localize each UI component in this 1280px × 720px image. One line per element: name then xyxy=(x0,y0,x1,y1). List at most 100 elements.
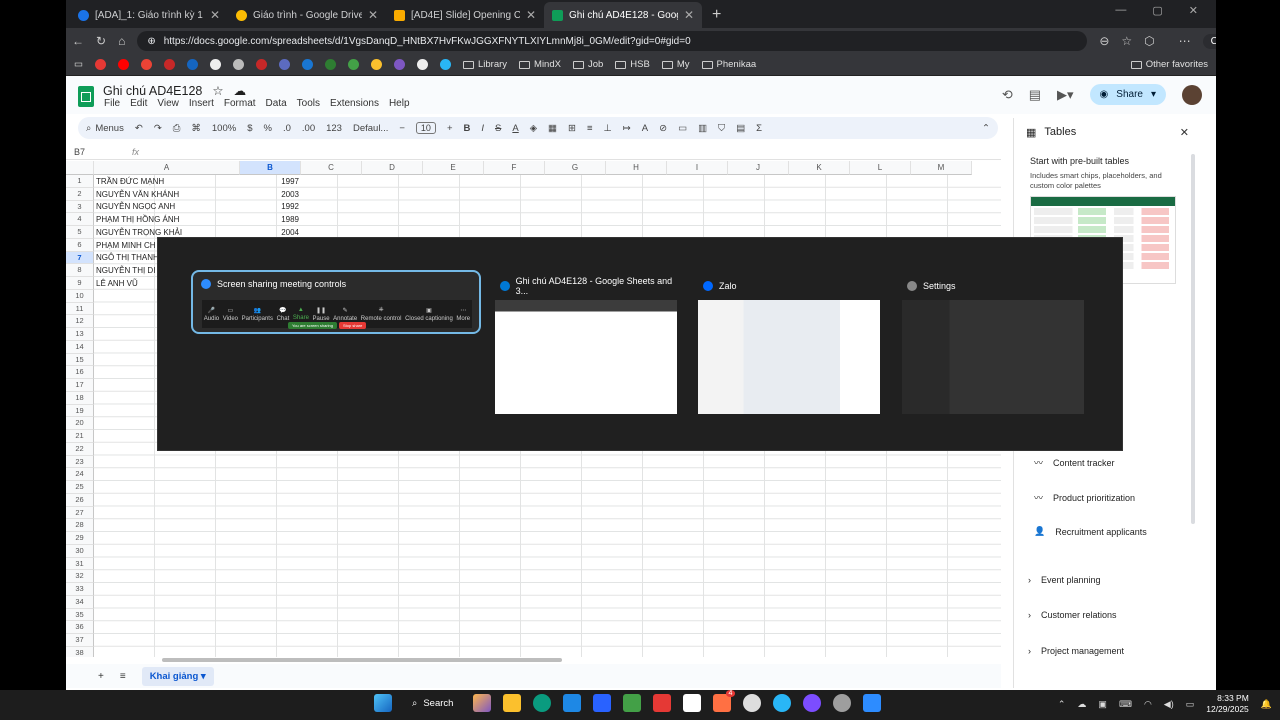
comments-icon[interactable]: ▤ xyxy=(1029,87,1041,103)
edge-icon[interactable] xyxy=(533,694,552,712)
row-header[interactable]: 5 xyxy=(66,226,94,239)
row-header[interactable]: 2 xyxy=(66,187,94,201)
bookmark-folder-phenikaa[interactable]: Phenikaa xyxy=(701,59,756,70)
column-header[interactable]: I xyxy=(667,161,728,175)
undo-icon[interactable]: ↶ xyxy=(135,123,143,134)
row-header[interactable]: 30 xyxy=(66,544,94,558)
strikethrough-icon[interactable]: S xyxy=(495,123,501,134)
row-header[interactable]: 8 xyxy=(66,264,94,277)
chart-icon[interactable]: ▥ xyxy=(698,123,707,134)
search-menus[interactable]: ⌕ Menus xyxy=(86,123,124,134)
align-icon[interactable]: ≡ xyxy=(587,123,593,134)
window-thumb-settings[interactable]: Settings xyxy=(899,274,1087,416)
app-icon[interactable] xyxy=(623,694,642,712)
menu-format[interactable]: Format xyxy=(224,98,256,109)
sheet-tab-khai-giang[interactable]: Khai giảng ▾ xyxy=(141,666,214,686)
bookmark-folder-job[interactable]: Job xyxy=(572,59,603,70)
row-header[interactable]: 7 xyxy=(66,251,94,265)
copilot-chat-button[interactable]: Chat xyxy=(1202,33,1216,49)
bookmark-favicon[interactable] xyxy=(186,59,198,70)
column-header[interactable]: K xyxy=(789,161,850,175)
new-tab-button[interactable]: + xyxy=(702,6,731,28)
more-formats[interactable]: 123 xyxy=(326,123,342,134)
row-header[interactable]: 15 xyxy=(66,353,94,367)
cell-year[interactable]: 2004 xyxy=(240,228,301,237)
cell-year[interactable]: 1989 xyxy=(240,215,301,224)
home-icon[interactable]: ⌂ xyxy=(118,34,125,48)
category-event-planning[interactable]: › Event planning xyxy=(1028,575,1101,585)
column-header[interactable]: M xyxy=(911,161,972,175)
bookmark-favicon[interactable] xyxy=(255,59,267,70)
minimize-icon[interactable]: — xyxy=(1115,4,1126,17)
row-header[interactable]: 35 xyxy=(66,608,94,622)
meet-icon[interactable]: ▶▾ xyxy=(1057,87,1074,103)
link-icon[interactable]: ⊘ xyxy=(659,123,667,134)
column-header[interactable]: H xyxy=(606,161,667,175)
window-thumb-zalo[interactable]: Zalo xyxy=(695,274,883,416)
tab-drive[interactable]: Giáo trình - Google Drive ✕ xyxy=(228,2,386,28)
close-icon[interactable]: ✕ xyxy=(368,8,378,22)
cloud-status-icon[interactable]: ☁ xyxy=(234,83,247,98)
menu-insert[interactable]: Insert xyxy=(189,98,214,109)
row-header[interactable]: 38 xyxy=(66,646,94,657)
collapse-toolbar-icon[interactable]: ⌃ xyxy=(982,123,990,134)
bookmark-folder-library[interactable]: Library xyxy=(462,59,507,70)
row-header[interactable]: 37 xyxy=(66,634,94,647)
youtube-icon[interactable] xyxy=(117,59,129,70)
cell-year[interactable]: 1997 xyxy=(240,177,301,186)
extensions-icon[interactable]: ⬡ xyxy=(1144,34,1154,48)
decrease-decimal[interactable]: .0 xyxy=(283,123,291,134)
battery-icon[interactable]: ▭ xyxy=(1186,699,1195,710)
filter-views-icon[interactable]: ▤ xyxy=(736,123,745,134)
percent-format[interactable]: % xyxy=(264,123,272,134)
bookmark-folder-mindx[interactable]: MindX xyxy=(519,59,561,70)
keyboard-icon[interactable]: ⌨ xyxy=(1119,699,1132,710)
bookmark-favicon[interactable] xyxy=(324,59,336,70)
star-icon[interactable]: ☆ xyxy=(212,83,223,98)
defender-icon[interactable] xyxy=(593,694,612,712)
row-header[interactable]: 27 xyxy=(66,506,94,520)
url-field[interactable]: ⊕ https://docs.google.com/spreadsheets/d/… xyxy=(137,31,1088,51)
row-header[interactable]: 12 xyxy=(66,315,94,328)
bookmark-favicon[interactable] xyxy=(301,59,313,70)
fill-color-icon[interactable]: ◈ xyxy=(530,123,537,134)
cell-name[interactable]: NGUYỄN VĂN KHÁNH xyxy=(94,190,240,199)
redo-icon[interactable]: ↷ xyxy=(154,123,162,134)
telegram-icon[interactable] xyxy=(773,694,792,712)
menu-tools[interactable]: Tools xyxy=(297,98,320,109)
start-icon[interactable] xyxy=(374,694,392,712)
close-icon[interactable]: ✕ xyxy=(210,8,220,22)
menu-extensions[interactable]: Extensions xyxy=(330,98,379,109)
taskbar-search[interactable]: ⌕ Search xyxy=(404,698,461,709)
increase-decimal[interactable]: .00 xyxy=(302,123,315,134)
menu-view[interactable]: View xyxy=(157,98,179,109)
add-sheet-icon[interactable]: + xyxy=(98,671,104,682)
column-header[interactable]: C xyxy=(301,161,362,175)
text-color-icon[interactable]: A xyxy=(512,123,518,134)
github-icon[interactable] xyxy=(209,59,221,70)
cell-name[interactable]: NGUYỄN TRỌNG KHẢI xyxy=(94,228,240,237)
row-header[interactable]: 22 xyxy=(66,442,94,456)
menu-data[interactable]: Data xyxy=(266,98,287,109)
gear-icon[interactable] xyxy=(833,694,852,712)
close-icon[interactable]: ✕ xyxy=(684,8,694,22)
italic-icon[interactable]: I xyxy=(481,123,484,134)
window-thumb-zoom-controls[interactable]: Screen sharing meeting controls 🎤 Audio ▭… xyxy=(191,270,481,334)
print-icon[interactable]: ⎙ xyxy=(173,123,181,134)
maps-icon[interactable] xyxy=(347,59,359,70)
template-recruitment-applicants[interactable]: 👤 Recruitment applicants xyxy=(1034,526,1147,537)
row-header[interactable]: 34 xyxy=(66,595,94,609)
wrap-icon[interactable]: ↦ xyxy=(623,123,631,134)
row-header[interactable]: 11 xyxy=(66,302,94,316)
row-header[interactable]: 17 xyxy=(66,379,94,392)
tab-ada[interactable]: [ADA]_1: Giáo trình kỳ 1 - Google ✕ xyxy=(70,2,228,28)
horizontal-scrollbar[interactable] xyxy=(162,658,562,662)
maximize-icon[interactable]: ▢ xyxy=(1152,4,1162,17)
clock[interactable]: 8:33 PM 12/29/2025 xyxy=(1206,693,1249,715)
cell-name[interactable]: TRẦN ĐỨC MẠNH xyxy=(94,177,240,186)
column-header[interactable]: D xyxy=(362,161,423,175)
bookmark-folder-hsb[interactable]: HSB xyxy=(615,59,650,70)
template-content-tracker[interactable]: 〰 Content tracker xyxy=(1034,456,1115,469)
zoom-icon[interactable] xyxy=(863,694,882,712)
column-header[interactable]: J xyxy=(728,161,789,175)
